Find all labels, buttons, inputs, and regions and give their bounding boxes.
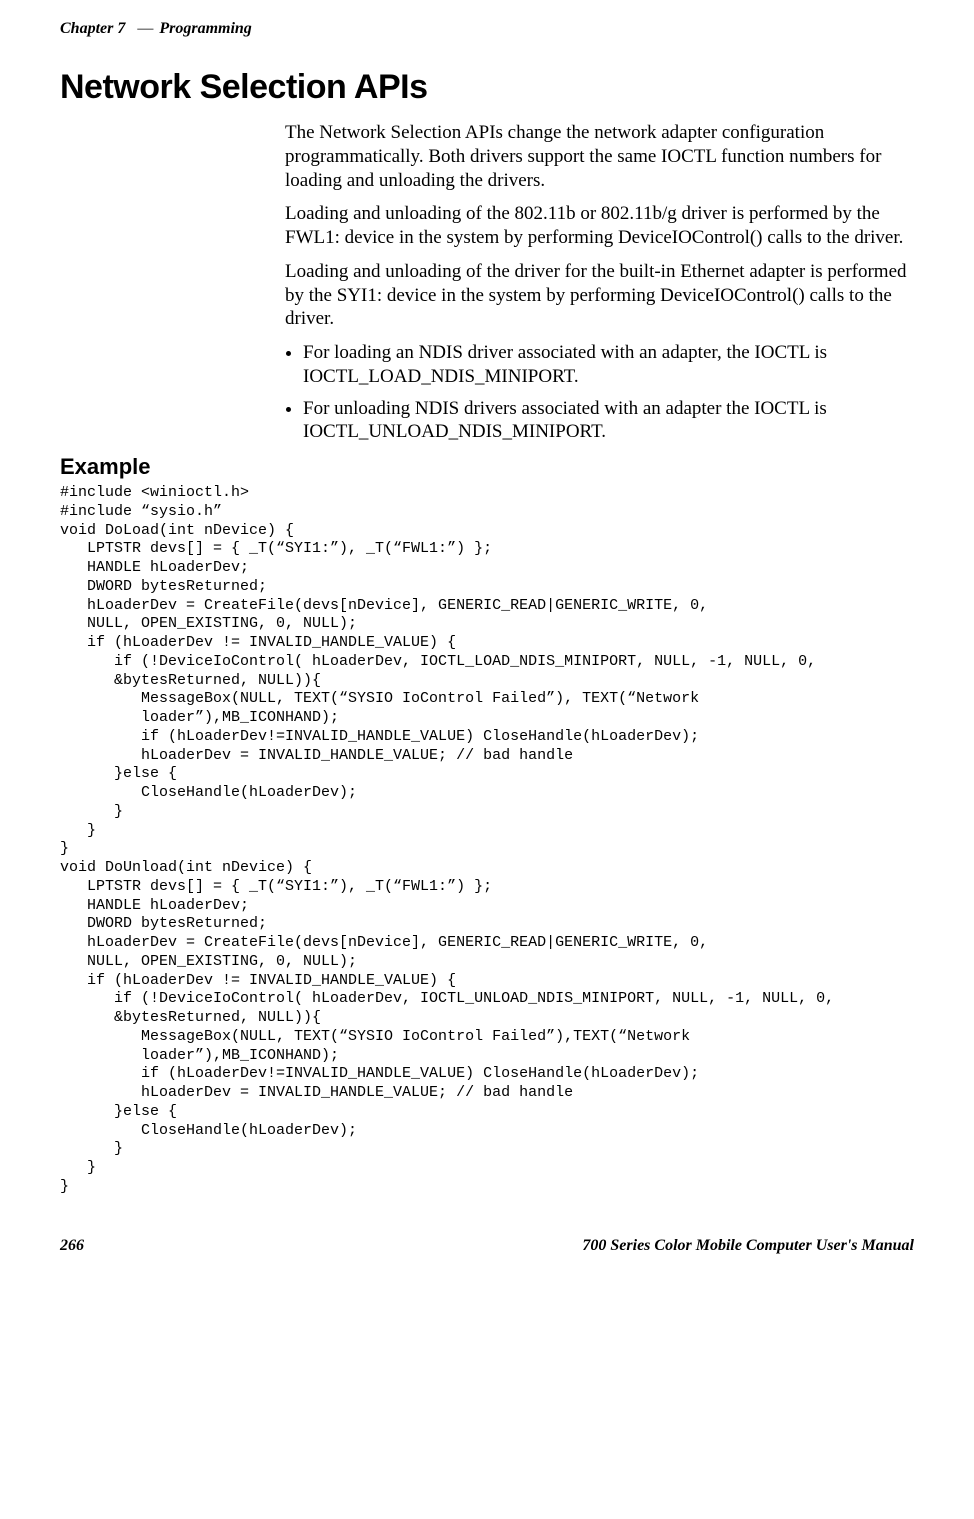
paragraph-3: Loading and unloading of the driver for … [285,260,914,331]
bullet-list: For loading an NDIS driver associated wi… [285,341,914,444]
bullet-item-1: For loading an NDIS driver associated wi… [303,341,914,389]
page-header: Chapter 7 — Programming [60,20,914,38]
example-heading: Example [60,454,914,480]
section-title: Network Selection APIs [60,68,914,107]
body-content: The Network Selection APIs change the ne… [285,121,914,444]
page-footer: 266 700 Series Color Mobile Computer Use… [60,1237,914,1255]
footer-page-number: 266 [60,1237,84,1255]
header-chapter: Chapter 7 [60,20,125,38]
code-block: #include <winioctl.h> #include “sysio.h”… [60,484,914,1197]
footer-manual-title: 700 Series Color Mobile Computer User's … [582,1237,914,1255]
paragraph-2: Loading and unloading of the 802.11b or … [285,202,914,250]
header-section: Programming [159,20,251,38]
paragraph-1: The Network Selection APIs change the ne… [285,121,914,192]
bullet-item-2: For unloading NDIS drivers associated wi… [303,397,914,445]
header-dash: — [137,20,153,38]
